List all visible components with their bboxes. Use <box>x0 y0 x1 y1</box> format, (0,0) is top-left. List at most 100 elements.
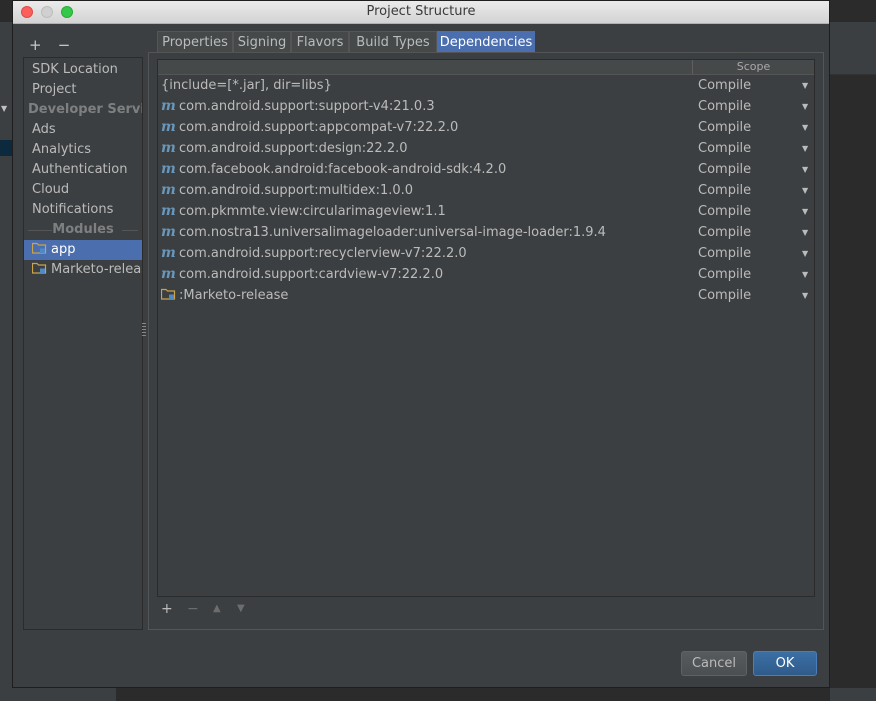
table-row[interactable]: m com.android.support:multidex:1.0.0 Compi… <box>158 180 814 201</box>
sidebar-item-label: Notifications <box>32 202 114 217</box>
dependency-cell: :Marketo-release <box>161 285 288 306</box>
table-row[interactable]: {include=[*.jar], dir=libs} Compile ▼ <box>158 75 814 96</box>
tab-dependencies[interactable]: Dependencies <box>437 31 535 53</box>
sidebar-item-project[interactable]: Project <box>24 80 142 100</box>
sidebar-section-modules: Modules <box>24 220 142 240</box>
dependency-name: com.android.support:design:22.2.0 <box>179 141 408 156</box>
move-up-button[interactable]: ▲ <box>213 603 221 614</box>
add-module-button[interactable]: + <box>29 36 53 54</box>
sidebar-item-sdk-location[interactable]: SDK Location <box>24 60 142 80</box>
maven-icon: m <box>161 203 176 219</box>
maven-icon: m <box>161 98 176 114</box>
dependency-name: com.android.support:appcompat-v7:22.2.0 <box>179 120 459 135</box>
scope-select[interactable]: Compile <box>698 264 751 285</box>
column-header-scope[interactable]: Scope <box>693 60 814 74</box>
splitter-handle[interactable] <box>142 323 146 337</box>
window-title: Project Structure <box>366 4 476 19</box>
cancel-button[interactable]: Cancel <box>681 651 747 676</box>
scope-select[interactable]: Compile <box>698 75 751 96</box>
table-row[interactable]: m com.android.support:design:22.2.0 Compil… <box>158 138 814 159</box>
sidebar-section-developer-services: Developer Services <box>24 100 142 120</box>
table-row[interactable]: m com.android.support:support-v4:21.0.3 Co… <box>158 96 814 117</box>
scope-select[interactable]: Compile <box>698 159 751 180</box>
scope-select[interactable]: Compile <box>698 138 751 159</box>
dependency-cell: m com.android.support:design:22.2.0 <box>161 138 408 159</box>
background-ide-left: ▼ <box>0 22 12 701</box>
background-editor <box>116 688 830 701</box>
remove-module-button[interactable]: − <box>58 36 82 54</box>
table-header: Scope <box>158 60 814 75</box>
sidebar-item-marketo-release[interactable]: Marketo-release <box>24 260 142 280</box>
sidebar-item-cloud[interactable]: Cloud <box>24 180 142 200</box>
dependency-name: :Marketo-release <box>179 288 289 303</box>
background-toolbar <box>830 22 876 75</box>
table-row[interactable]: m com.pkmmte.view:circularimageview:1.1 Co… <box>158 201 814 222</box>
sidebar-item-analytics[interactable]: Analytics <box>24 140 142 160</box>
remove-dependency-button[interactable]: − <box>187 601 199 617</box>
scope-select[interactable]: Compile <box>698 285 751 306</box>
scope-select[interactable]: Compile <box>698 222 751 243</box>
sidebar-toolbar: + − <box>29 36 82 54</box>
sidebar-item-label: Cloud <box>32 182 70 197</box>
background-dropdown-arrow-icon: ▼ <box>1 104 8 113</box>
scope-select[interactable]: Compile <box>698 201 751 222</box>
maven-icon: m <box>161 182 176 198</box>
ok-button[interactable]: OK <box>753 651 817 676</box>
scope-select[interactable]: Compile <box>698 117 751 138</box>
dependency-cell: m com.android.support:appcompat-v7:22.2.0 <box>161 117 458 138</box>
dependency-name: com.android.support:cardview-v7:22.2.0 <box>179 267 444 282</box>
chevron-down-icon[interactable]: ▼ <box>802 285 808 306</box>
dependency-cell: m com.android.support:support-v4:21.0.3 <box>161 96 435 117</box>
move-down-button[interactable]: ▼ <box>237 603 245 614</box>
sidebar-item-label: Project <box>32 82 77 97</box>
chevron-down-icon[interactable]: ▼ <box>802 117 808 138</box>
maven-icon: m <box>161 119 176 135</box>
dependency-name: com.android.support:recyclerview-v7:22.2… <box>179 246 467 261</box>
tab-signing[interactable]: Signing <box>233 31 291 53</box>
dependency-cell: m com.pkmmte.view:circularimageview:1.1 <box>161 201 446 222</box>
dependency-name: com.android.support:multidex:1.0.0 <box>179 183 414 198</box>
sidebar-item-label: app <box>51 242 76 257</box>
sidebar-item-label: Modules <box>52 222 114 237</box>
chevron-down-icon[interactable]: ▼ <box>802 264 808 285</box>
table-row[interactable]: :Marketo-release Compile ▼ <box>158 285 814 306</box>
sidebar-item-label: SDK Location <box>32 62 118 77</box>
sidebar-item-ads[interactable]: Ads <box>24 120 142 140</box>
table-row[interactable]: m com.android.support:recyclerview-v7:22.… <box>158 243 814 264</box>
module-folder-icon <box>32 262 47 274</box>
chevron-down-icon[interactable]: ▼ <box>802 180 808 201</box>
table-row[interactable]: m com.nostra13.universalimageloader:unive… <box>158 222 814 243</box>
chevron-down-icon[interactable]: ▼ <box>802 75 808 96</box>
background-ide-bottom <box>0 688 876 701</box>
add-dependency-button[interactable]: + <box>161 601 173 617</box>
table-row[interactable]: m com.android.support:appcompat-v7:22.2.0… <box>158 117 814 138</box>
scope-select[interactable]: Compile <box>698 243 751 264</box>
sidebar: SDK Location Project Developer Services Ads… <box>23 57 143 630</box>
dependency-cell: m com.android.support:recyclerview-v7:22.… <box>161 243 467 264</box>
chevron-down-icon[interactable]: ▼ <box>802 243 808 264</box>
module-folder-icon <box>161 288 176 300</box>
table-row[interactable]: m com.android.support:cardview-v7:22.2.0 C… <box>158 264 814 285</box>
maven-icon: m <box>161 224 176 240</box>
chevron-down-icon[interactable]: ▼ <box>802 159 808 180</box>
dependency-name: com.android.support:support-v4:21.0.3 <box>179 99 435 114</box>
tab-properties[interactable]: Properties <box>157 31 233 53</box>
scope-select[interactable]: Compile <box>698 180 751 201</box>
tab-flavors[interactable]: Flavors <box>291 31 349 53</box>
module-folder-icon <box>32 242 47 254</box>
chevron-down-icon[interactable]: ▼ <box>802 96 808 117</box>
sidebar-item-app[interactable]: app <box>24 240 142 260</box>
sidebar-item-label: Analytics <box>32 142 92 157</box>
table-row[interactable]: m com.facebook.android:facebook-android-s… <box>158 159 814 180</box>
chevron-down-icon[interactable]: ▼ <box>802 138 808 159</box>
sidebar-item-authentication[interactable]: Authentication <box>24 160 142 180</box>
sidebar-item-notifications[interactable]: Notifications <box>24 200 142 220</box>
sidebar-item-label: Ads <box>32 122 56 137</box>
tab-build-types[interactable]: Build Types <box>349 31 437 53</box>
dependency-name: com.pkmmte.view:circularimageview:1.1 <box>179 204 446 219</box>
maven-icon: m <box>161 161 176 177</box>
chevron-down-icon[interactable]: ▼ <box>802 222 808 243</box>
scope-select[interactable]: Compile <box>698 96 751 117</box>
project-structure-dialog: Project Structure + − SDK Location Projec… <box>12 0 830 688</box>
chevron-down-icon[interactable]: ▼ <box>802 201 808 222</box>
